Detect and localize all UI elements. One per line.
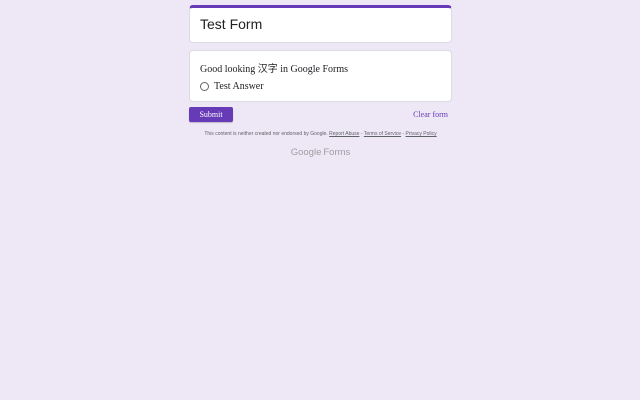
form-title: Test Form	[200, 16, 263, 32]
submit-button[interactable]: Submit	[189, 107, 233, 122]
privacy-policy-link[interactable]: Privacy Policy	[406, 131, 437, 137]
google-forms-logo[interactable]: Google Forms	[189, 147, 452, 158]
radio-button[interactable]	[200, 81, 209, 91]
clear-form-button[interactable]: Clear form	[413, 110, 448, 119]
question-title: Good looking 汉字 in Google Forms	[200, 64, 349, 75]
option-test-answer[interactable]: Test Answer	[200, 80, 264, 92]
option-label: Test Answer	[214, 80, 264, 92]
terms-of-service-link[interactable]: Terms of Service	[364, 131, 401, 137]
form-header-card: Test Form	[189, 5, 452, 43]
report-abuse-link[interactable]: Report Abuse	[329, 131, 359, 137]
brand-forms: Forms	[323, 147, 351, 158]
question-card: Good looking 汉字 in Google Forms Test Ans…	[189, 50, 452, 102]
disclaimer-text: This content is neither created nor endo…	[204, 131, 328, 137]
brand-google: Google	[290, 147, 322, 158]
footer-disclaimer: This content is neither created nor endo…	[189, 131, 452, 137]
